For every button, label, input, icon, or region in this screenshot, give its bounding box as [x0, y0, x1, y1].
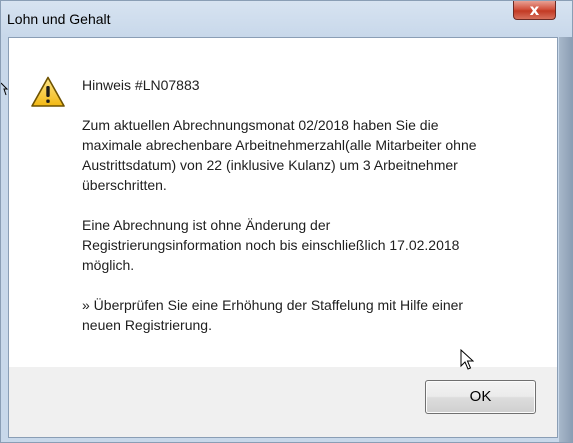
message-paragraph-1: Zum aktuellen Abrechnungsmonat 02/2018 h… [82, 117, 477, 193]
warning-icon [31, 76, 65, 107]
message-paragraph-2: Eine Abrechnung ist ohne Änderung der Re… [82, 217, 460, 273]
cursor-fragment-icon [1, 82, 9, 96]
message-paragraph-3: » Überprüfen Sie eine Erhöhung der Staff… [82, 297, 464, 333]
dialog-body: Hinweis #LN07883 Zum aktuellen Abrechnun… [8, 37, 558, 438]
message-heading: Hinweis #LN07883 [82, 77, 200, 93]
window-border-right [559, 37, 572, 442]
window-title: Lohn und Gehalt [7, 11, 111, 27]
message-text: Hinweis #LN07883 Zum aktuellen Abrechnun… [82, 75, 542, 355]
dialog-window: Lohn und Gehalt x Hinweis #LN07883 Zum a… [0, 0, 573, 443]
ok-button[interactable]: OK [425, 380, 536, 414]
close-button[interactable]: x [513, 1, 556, 20]
title-bar[interactable]: Lohn und Gehalt x [1, 1, 572, 37]
close-icon: x [529, 1, 540, 19]
message-area: Hinweis #LN07883 Zum aktuellen Abrechnun… [9, 38, 557, 370]
mouse-cursor-icon [460, 349, 474, 370]
